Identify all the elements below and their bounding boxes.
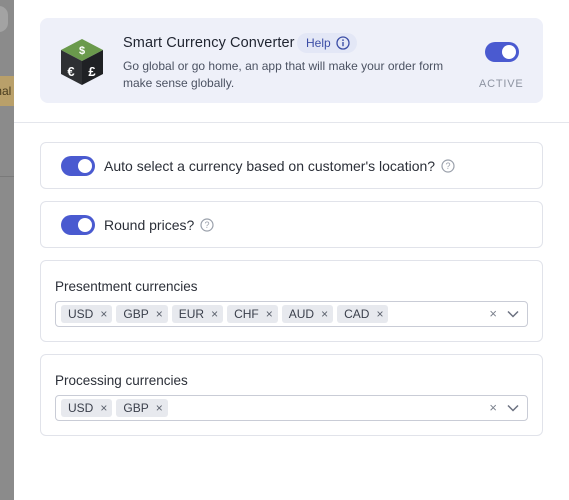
currency-chip-label: USD [68, 401, 94, 415]
remove-chip-icon[interactable]: × [376, 308, 383, 320]
processing-card: Processing currencies USD × GBP × × [40, 354, 543, 436]
backdrop-tag-text: mal [0, 84, 12, 98]
presentment-select[interactable]: USD × GBP × EUR × CHF × AUD × CAD × × [55, 301, 528, 327]
status-label: ACTIVE [479, 78, 524, 90]
toggle-knob [78, 159, 92, 173]
question-icon[interactable]: ? [200, 218, 214, 232]
svg-text:$: $ [79, 45, 85, 57]
currency-chip: USD × [61, 399, 113, 417]
svg-text:€: € [67, 64, 74, 79]
app-description: Go global or go home, an app that will m… [123, 59, 444, 90]
svg-text:?: ? [446, 161, 451, 171]
remove-chip-icon[interactable]: × [321, 308, 328, 320]
remove-chip-icon[interactable]: × [156, 402, 163, 414]
remove-chip-icon[interactable]: × [100, 308, 107, 320]
settings-panel: $ € £ Smart Currency Converter Help Go g… [14, 0, 569, 500]
currency-chip: GBP × [116, 399, 168, 417]
remove-chip-icon[interactable]: × [211, 308, 218, 320]
round-prices-toggle[interactable] [61, 215, 95, 235]
currency-chip-label: USD [68, 307, 94, 321]
currency-cube-logo: $ € £ [61, 39, 103, 85]
presentment-chips: USD × GBP × EUR × CHF × AUD × CAD × [61, 305, 389, 323]
currency-chip-label: EUR [178, 307, 205, 321]
svg-text:£: £ [88, 64, 96, 79]
clear-icon[interactable]: × [489, 400, 497, 415]
app-title: Smart Currency Converter [123, 35, 295, 51]
round-prices-row: Round prices? ? [61, 215, 214, 235]
toggle-knob [502, 45, 516, 59]
currency-chip: GBP × [116, 305, 168, 323]
auto-select-label: Auto select a currency based on customer… [104, 158, 436, 174]
currency-chip-label: GBP [123, 307, 149, 321]
app-active-toggle[interactable] [485, 42, 519, 62]
backdrop-divider [0, 176, 14, 177]
help-label: Help [306, 36, 331, 50]
presentment-card: Presentment currencies USD × GBP × EUR × CHF × A… [40, 260, 543, 342]
currency-chip: EUR × [171, 305, 224, 323]
currency-chip: CAD × [337, 305, 389, 323]
round-prices-card: Round prices? ? [40, 201, 543, 248]
currency-chip-label: AUD [288, 307, 315, 321]
currency-chip: AUD × [281, 305, 334, 323]
processing-title: Processing currencies [55, 373, 188, 388]
question-icon[interactable]: ? [441, 159, 455, 173]
backdrop-tag: mal [0, 76, 14, 106]
currency-chip-label: CHF [234, 307, 259, 321]
round-prices-label: Round prices? [104, 217, 195, 233]
processing-chips: USD × GBP × [61, 399, 168, 417]
currency-chip: USD × [61, 305, 113, 323]
app-card: $ € £ Smart Currency Converter Help Go g… [40, 18, 543, 103]
info-icon [336, 36, 350, 50]
remove-chip-icon[interactable]: × [266, 308, 273, 320]
auto-select-card: Auto select a currency based on customer… [40, 142, 543, 189]
toggle-knob [78, 218, 92, 232]
backdrop-overlay [0, 0, 14, 500]
currency-chip: CHF × [227, 305, 278, 323]
chevron-down-icon[interactable] [507, 310, 519, 318]
processing-select[interactable]: USD × GBP × × [55, 395, 528, 421]
auto-select-toggle[interactable] [61, 156, 95, 176]
divider [14, 122, 569, 123]
help-button[interactable]: Help [297, 33, 357, 53]
auto-select-row: Auto select a currency based on customer… [61, 156, 455, 176]
chevron-down-icon[interactable] [507, 404, 519, 412]
presentment-title: Presentment currencies [55, 279, 198, 294]
clear-icon[interactable]: × [489, 306, 497, 321]
currency-chip-label: GBP [123, 401, 149, 415]
svg-text:?: ? [205, 220, 210, 230]
remove-chip-icon[interactable]: × [100, 402, 107, 414]
toggle-track [485, 42, 519, 62]
currency-chip-label: CAD [344, 307, 370, 321]
remove-chip-icon[interactable]: × [156, 308, 163, 320]
